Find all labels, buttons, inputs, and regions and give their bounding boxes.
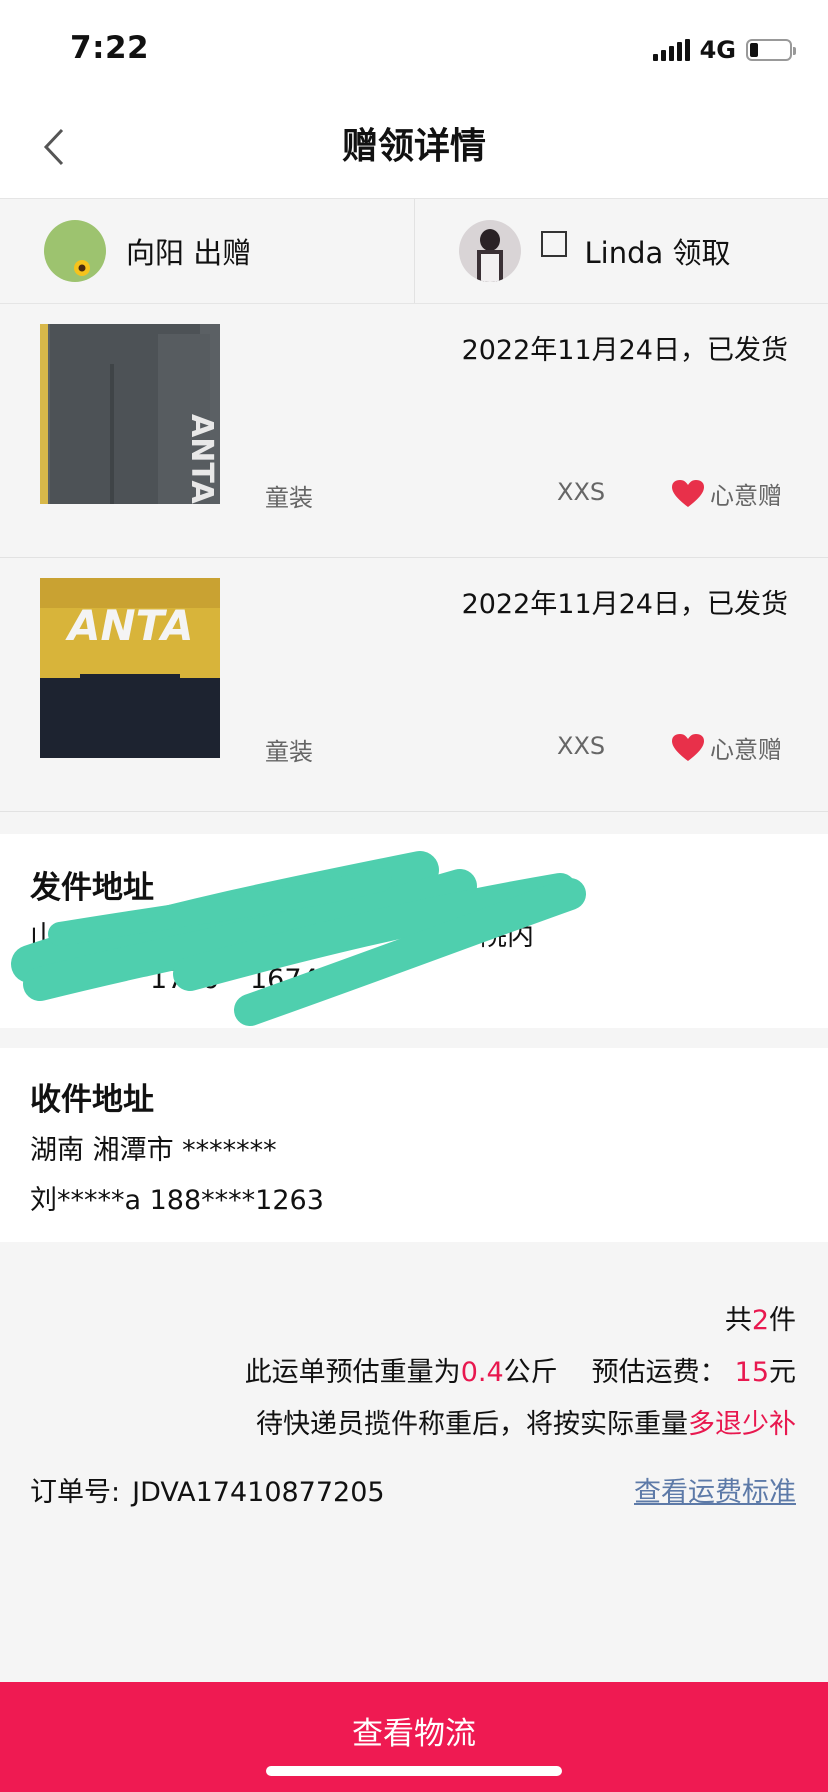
giver-avatar [44,220,106,282]
receiver[interactable]: Linda 领取 [415,199,828,303]
sender-address-line1-start: 山东 烟台 [30,921,147,952]
receiver-address-line2: 刘*****a 188****1263 [30,1185,324,1216]
item-tag: 心意赠 [672,730,782,765]
status-time: 7:22 [70,30,150,66]
checkbox-icon [540,231,567,257]
item-tag: 心意赠 [672,476,782,511]
network-type: 4G [699,36,736,64]
status-bar: 7:22 4G [0,0,828,96]
item-image: ANTA [40,578,220,758]
heart-icon [672,733,704,761]
sender-address-line2-partial-end: 1674 [250,964,319,995]
status-indicators: 4G [652,36,796,64]
weight-fee-line: 此运单预估重量为0.4公斤 预估运费： 15元 [244,1357,796,1388]
giver-label: 向阳 出赠 [126,236,252,270]
signal-icon [652,39,690,61]
item-count: 共2件 [724,1305,796,1336]
item-size: XXS [557,732,606,760]
battery-icon [746,39,796,61]
home-indicator [266,1766,562,1776]
view-logistics-label: 查看物流 [352,1716,476,1752]
receiver-address-card: 收件地址 湖南 湘潭市 ******* 刘*****a 188****1263 [0,1048,828,1242]
receiver-avatar [458,220,521,282]
svg-text:ANTA: ANTA [184,414,219,504]
order-number: 订单号: JDVA17410877205 [30,1477,385,1508]
list-item[interactable]: ANTA 2022年11月24日，已发货 童装 XXS 心意赠 [0,304,828,558]
list-item[interactable]: ANTA 2022年11月24日，已发货 童装 XXS 心意赠 [0,558,828,812]
weight-note-line: 待快递员揽件称重后，将按实际重量多退少补 [256,1409,796,1440]
sender-address-title: 发件地址 [30,870,154,906]
item-date-status: 2022年11月24日，已发货 [461,335,788,366]
nav-bar: 赠领详情 [0,96,828,198]
receiver-label: Linda 领取 [584,236,731,270]
receiver-address-title: 收件地址 [30,1082,154,1118]
item-date-status: 2022年11月24日，已发货 [461,589,788,620]
item-category: 童装 [265,738,313,766]
receiver-address-line1: 湖南 湘潭市 ******* [30,1135,277,1166]
fee-standard-link[interactable]: 查看运费标准 [634,1470,796,1509]
sender-address-line2-partial: 1786 [150,964,219,995]
item-category: 童装 [265,484,313,512]
parties-row: 向阳 出赠 Linda 领取 [0,198,828,304]
item-size: XXS [557,478,606,506]
sender-address-card: 发件地址 山东 烟台 院内 1786 1674 [0,834,828,1028]
giver[interactable]: 向阳 出赠 [0,199,415,303]
page-title: 赠领详情 [341,126,486,167]
sender-address-line1-end: 院内 [480,921,534,952]
item-image: ANTA [40,324,220,504]
item-tag-label: 心意赠 [710,736,782,764]
svg-text:ANTA: ANTA [65,601,194,650]
heart-icon [672,479,704,507]
item-tag-label: 心意赠 [710,482,782,510]
